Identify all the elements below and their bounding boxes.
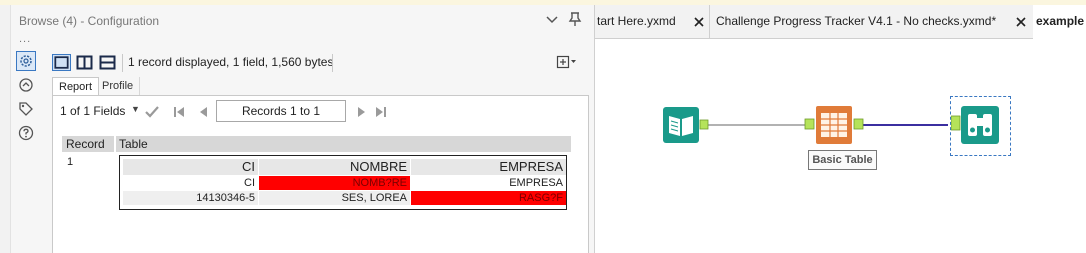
help-icon[interactable] <box>16 123 36 143</box>
export-icon[interactable] <box>555 54 579 70</box>
chevron-down-icon[interactable] <box>545 13 559 27</box>
report-table: CI NOMBRE EMPRESA CI NOMB?RE EMPRESA 141… <box>119 155 567 210</box>
record-number: 1 <box>67 156 74 168</box>
header-divider <box>114 136 116 152</box>
header-record: Record <box>66 137 105 151</box>
toolbar-separator <box>332 54 333 72</box>
tab-report[interactable]: Report <box>52 77 100 96</box>
table-header-cell: EMPRESA <box>411 159 566 175</box>
check-icon[interactable] <box>144 105 160 119</box>
report-content: 1 of 1 Fields ▼ Records 1 to 1 Record Ta… <box>52 95 589 253</box>
tab-label: example ( <box>1036 14 1086 28</box>
table-cell-error: NOMB?RE <box>259 176 410 190</box>
tab-label: Challenge Progress Tracker V4.1 - No che… <box>716 14 997 28</box>
input-tool[interactable] <box>662 106 710 147</box>
table-header-cell: CI <box>123 159 258 175</box>
prev-record-icon[interactable] <box>197 106 209 118</box>
next-record-icon[interactable] <box>356 106 368 118</box>
record-info: 1 record displayed, 1 field, 1,560 bytes <box>128 55 334 69</box>
tab-challenge-tracker[interactable]: Challenge Progress Tracker V4.1 - No che… <box>710 5 1028 39</box>
fields-select[interactable]: 1 of 1 Fields <box>60 104 125 118</box>
table-cell-error: RASG?F <box>411 191 566 205</box>
gear-icon[interactable] <box>16 51 36 71</box>
tab-example[interactable]: example ( <box>1033 5 1086 39</box>
more-dots[interactable]: ... <box>19 33 31 45</box>
table-cell: 14130346-5 <box>123 191 258 205</box>
header-table: Table <box>119 137 148 151</box>
binoculars-icon <box>950 106 999 144</box>
table-cell: SES, LOREA <box>259 191 410 205</box>
workflow-canvas[interactable]: Basic Table <box>596 40 1086 253</box>
horizontal-split-icon[interactable] <box>98 54 117 71</box>
left-gutter <box>0 5 11 253</box>
panel-title: Browse (4) - Configuration <box>19 14 160 28</box>
browse-config-panel: Browse (4) - Configuration ... 1 record … <box>11 5 595 253</box>
fields-dropdown-icon[interactable]: ▼ <box>131 104 140 114</box>
close-icon[interactable] <box>693 16 705 28</box>
tab-profile[interactable]: Profile <box>96 77 141 96</box>
annotation-icon[interactable] <box>16 75 36 95</box>
report-header-row: Record Table <box>62 136 571 152</box>
browse-tool[interactable] <box>950 96 1011 156</box>
first-record-icon[interactable] <box>173 106 185 118</box>
table-cell: EMPRESA <box>509 177 563 189</box>
table-icon <box>804 106 864 144</box>
table-cell: CI <box>244 177 255 189</box>
close-icon[interactable] <box>1015 16 1027 28</box>
pin-icon[interactable] <box>567 11 583 27</box>
table-header-cell: NOMBRE <box>259 159 410 175</box>
book-icon <box>663 107 709 143</box>
basic-table-tool[interactable] <box>804 105 864 148</box>
toolbar-separator <box>122 54 123 72</box>
tool-label[interactable]: Basic Table <box>808 150 877 170</box>
tag-icon[interactable] <box>16 99 36 119</box>
tab-label: tart Here.yxmd <box>597 14 676 28</box>
single-view-icon[interactable] <box>52 54 71 71</box>
document-tab-bar: tart Here.yxmd Challenge Progress Tracke… <box>595 5 1086 39</box>
last-record-icon[interactable] <box>375 106 387 118</box>
vertical-split-icon[interactable] <box>75 54 94 71</box>
side-icon-bar <box>16 51 38 147</box>
records-range-field[interactable]: Records 1 to 1 <box>216 100 346 122</box>
